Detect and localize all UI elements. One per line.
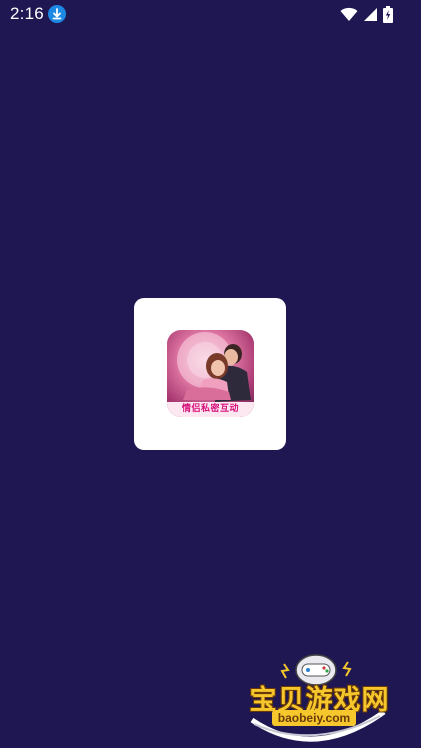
battery-charging-icon	[383, 5, 393, 23]
watermark-url: baobeiy.com	[272, 710, 356, 726]
status-time: 2:16	[10, 4, 44, 23]
app-logo-icon: 情侣私密互动	[167, 330, 254, 417]
download-icon	[48, 5, 66, 23]
app-icon-caption: 情侣私密互动	[181, 403, 239, 413]
status-bar: 2:16	[0, 0, 421, 30]
wifi-icon	[340, 7, 358, 22]
splash-card: 情侣私密互动	[134, 298, 286, 450]
watermark: 宝贝游戏网 baobeiy.com	[244, 650, 394, 745]
cell-signal-icon	[363, 7, 378, 22]
status-icons	[340, 5, 393, 23]
